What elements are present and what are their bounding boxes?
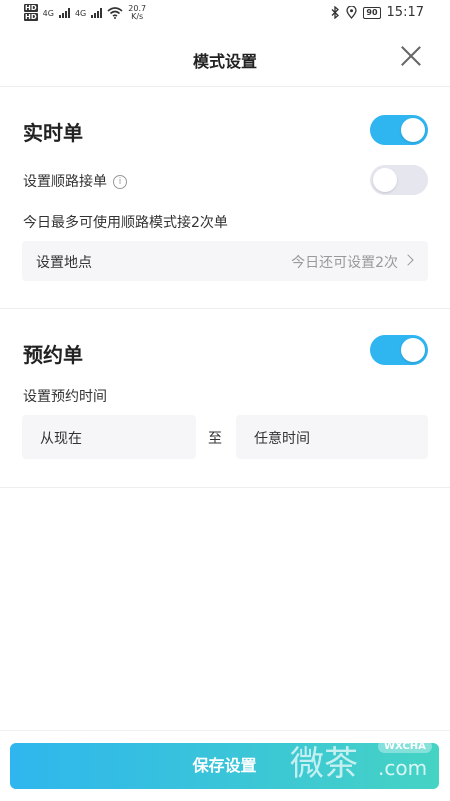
reservation-time-label: 设置预约时间 [23,389,107,405]
hd-label-2: HD [24,13,38,21]
wifi-icon [107,7,123,19]
toggle-knob [401,338,425,362]
reservation-section-title: 预约单 [23,343,83,367]
section-divider [0,308,450,309]
network-speed: 20.7 K/s [128,5,146,21]
speed-unit: K/s [131,12,144,21]
content-divider [0,487,450,488]
hd-badge: HD HD [24,4,38,22]
chevron-right-icon [402,254,414,266]
status-left: HD HD 4G 4G 20.7 K/s [24,4,146,22]
network-type-2: 4G [74,8,87,18]
realtime-toggle[interactable] [370,115,428,145]
page-title: 模式设置 [192,52,257,71]
battery-icon: 90 [363,6,381,19]
time-to-value: 任意时间 [254,431,310,447]
time-to-separator: 至 [208,431,222,447]
status-right: 90 15:17 [331,5,424,20]
info-icon[interactable]: i [113,175,127,189]
time-from-value: 从现在 [40,431,82,447]
header-divider [0,86,450,87]
save-button[interactable]: 保存设置 [10,743,439,789]
toggle-knob [373,168,397,192]
route-order-label: 设置顺路接单 i [23,171,127,191]
reservation-toggle[interactable] [370,335,428,365]
bluetooth-icon [331,6,340,19]
set-location-label: 设置地点 [36,255,92,271]
close-icon[interactable] [400,45,422,67]
status-bar: HD HD 4G 4G 20.7 K/s 90 15:17 [0,0,450,28]
set-location-row[interactable]: 设置地点 今日还可设置2次 [22,241,428,281]
toggle-knob [401,118,425,142]
route-order-text: 设置顺路接单 [23,174,107,190]
hd-label-1: HD [24,4,38,12]
signal-icon-1 [58,8,70,18]
location-remaining: 今日还可设置2次 [291,255,398,271]
network-type-1: 4G [42,8,54,18]
time-from-field[interactable]: 从现在 [22,415,196,459]
signal-icon-2 [91,8,103,18]
route-limit-note: 今日最多可使用顺路模式接2次单 [23,215,228,231]
time-to-field[interactable]: 任意时间 [236,415,428,459]
nav-bar: 模式设置 [0,28,450,86]
route-order-toggle[interactable] [370,165,428,195]
realtime-section-title: 实时单 [23,121,83,145]
clock: 15:17 [386,5,424,20]
location-icon [346,6,358,19]
